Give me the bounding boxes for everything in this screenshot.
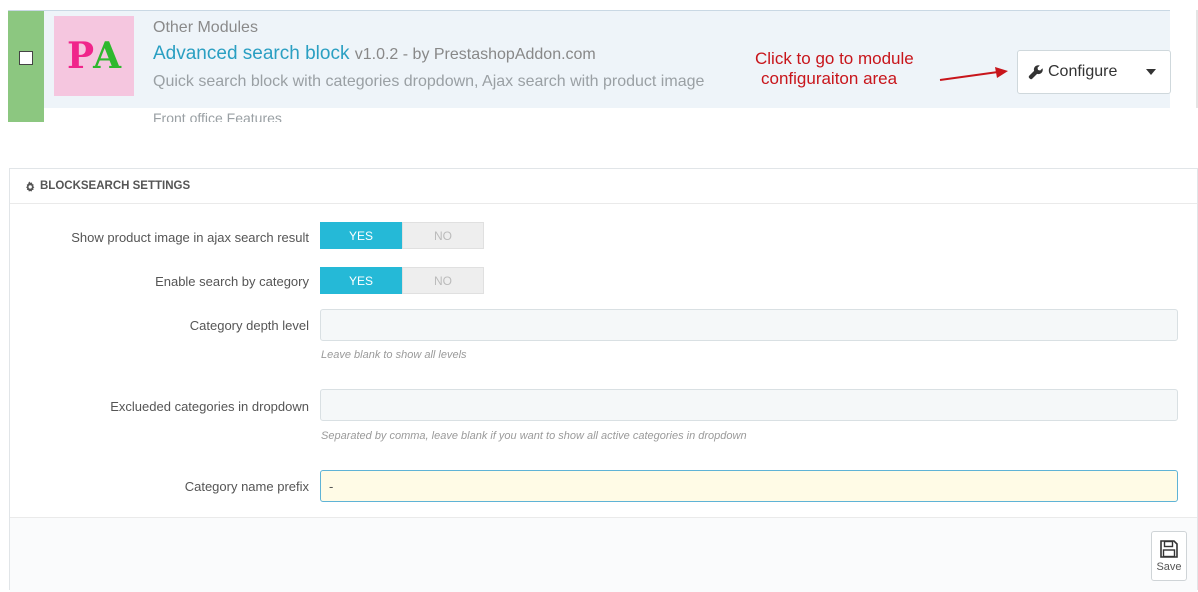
annotation-callout: Click to go to module configuraiton area <box>753 49 914 89</box>
show-product-image-yes[interactable]: YES <box>320 222 402 249</box>
category-depth-input[interactable] <box>320 309 1178 341</box>
search-by-category-no[interactable]: NO <box>402 267 484 294</box>
configure-button[interactable]: Configure <box>1017 50 1171 94</box>
panel-footer: Save <box>10 517 1197 592</box>
logo-letter-a: A <box>93 35 121 77</box>
search-by-category-yes[interactable]: YES <box>320 267 402 294</box>
caret-down-icon[interactable] <box>1146 69 1156 75</box>
module-category: Other Modules <box>153 19 258 36</box>
label-category-prefix: Category name prefix <box>184 479 309 494</box>
module-list-row-next: Front office Features <box>8 108 1170 122</box>
panel-title: BLOCKSEARCH SETTINGS <box>40 180 191 192</box>
logo-letter-p: P <box>66 35 94 77</box>
show-product-image-switch[interactable]: YES NO <box>320 222 484 249</box>
annotation-line-1: Click to go to module <box>755 49 914 68</box>
annotation-line-2: configuraiton area <box>761 69 898 88</box>
module-version-author: v1.0.2 - by PrestashopAddon.com <box>354 46 596 63</box>
category-prefix-input[interactable] <box>320 470 1178 502</box>
module-select-checkbox[interactable] <box>19 51 33 65</box>
panel-heading: BLOCKSEARCH SETTINGS <box>10 169 1197 204</box>
module-logo: PA <box>54 16 134 96</box>
next-module-category: Front office Features <box>153 110 282 122</box>
save-button[interactable]: Save <box>1151 531 1187 581</box>
arrow-icon <box>939 67 1008 81</box>
module-list-row: PA Other Modules Advanced search block v… <box>8 10 1171 109</box>
save-icon <box>1160 540 1178 558</box>
excluded-categories-input[interactable] <box>320 389 1178 421</box>
label-show-product-image: Show product image in ajax search result <box>71 230 309 245</box>
settings-panel: BLOCKSEARCH SETTINGS Show product image … <box>9 168 1198 592</box>
cog-icon <box>24 180 35 192</box>
wrench-icon <box>1028 64 1044 80</box>
label-search-by-category: Enable search by category <box>155 274 309 289</box>
excluded-categories-help: Separated by comma, leave blank if you w… <box>321 430 747 442</box>
configure-label: Configure <box>1048 63 1118 80</box>
module-title-line: Advanced search block v1.0.2 - by Presta… <box>153 43 596 65</box>
label-excluded-categories: Exclueded categories in dropdown <box>110 399 309 414</box>
search-by-category-switch[interactable]: YES NO <box>320 267 484 294</box>
module-title[interactable]: Advanced search block <box>153 43 349 64</box>
category-depth-help: Leave blank to show all levels <box>321 349 467 361</box>
module-description: Quick search block with categories dropd… <box>153 73 705 90</box>
save-label: Save <box>1156 561 1182 573</box>
show-product-image-no[interactable]: NO <box>402 222 484 249</box>
label-category-depth: Category depth level <box>189 318 309 333</box>
status-strip-next <box>8 108 44 122</box>
